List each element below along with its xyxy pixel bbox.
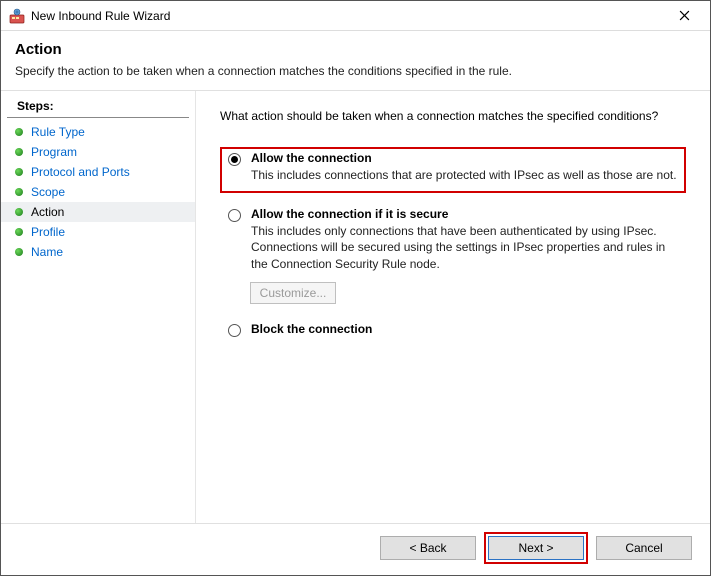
page-title: Action [15,41,696,58]
step-label: Name [31,245,63,259]
bullet-icon [15,128,23,136]
customize-button: Customize... [250,282,336,304]
bullet-icon [15,208,23,216]
option-allow-if-secure[interactable]: Allow the connection if it is secure Thi… [220,203,686,276]
steps-list: Rule Type Program Protocol and Ports Sco… [1,122,195,262]
title-bar: New Inbound Rule Wizard [1,1,710,31]
option-block-connection[interactable]: Block the connection [220,318,686,342]
step-rule-type[interactable]: Rule Type [1,122,195,142]
steps-sidebar: Steps: Rule Type Program Protocol and Po… [1,91,196,523]
step-name[interactable]: Name [1,242,195,262]
step-label: Scope [31,185,65,199]
option-description: This includes only connections that have… [251,223,680,272]
wizard-footer: < Back Next > Cancel [1,523,710,571]
bullet-icon [15,248,23,256]
step-protocol-and-ports[interactable]: Protocol and Ports [1,162,195,182]
step-label: Rule Type [31,125,85,139]
step-label: Profile [31,225,65,239]
page-description: Specify the action to be taken when a co… [15,64,696,78]
option-body: Allow the connection if it is secure Thi… [251,207,680,272]
radio-allow[interactable] [228,153,241,166]
step-label: Protocol and Ports [31,165,130,179]
wizard-body: Steps: Rule Type Program Protocol and Po… [1,91,710,523]
step-scope[interactable]: Scope [1,182,195,202]
steps-title: Steps: [7,97,189,118]
next-button[interactable]: Next > [488,536,584,560]
next-button-highlight: Next > [484,532,588,564]
bullet-icon [15,168,23,176]
close-button[interactable] [664,2,704,30]
app-icon [9,8,25,24]
bullet-icon [15,188,23,196]
bullet-icon [15,148,23,156]
option-title: Allow the connection if it is secure [251,207,680,221]
step-label: Program [31,145,77,159]
radio-allow-secure[interactable] [228,209,241,222]
option-title: Allow the connection [251,151,680,165]
bullet-icon [15,228,23,236]
option-body: Block the connection [251,322,680,338]
window-title: New Inbound Rule Wizard [31,9,664,23]
wizard-content: What action should be taken when a conne… [196,91,710,523]
back-button[interactable]: < Back [380,536,476,560]
option-title: Block the connection [251,322,680,336]
step-action[interactable]: Action [1,202,195,222]
step-label: Action [31,205,64,219]
step-program[interactable]: Program [1,142,195,162]
option-description: This includes connections that are prote… [251,167,680,183]
option-body: Allow the connection This includes conne… [251,151,680,183]
cancel-button[interactable]: Cancel [596,536,692,560]
step-profile[interactable]: Profile [1,222,195,242]
close-icon [679,10,690,21]
radio-block[interactable] [228,324,241,337]
question-text: What action should be taken when a conne… [220,109,686,123]
wizard-header: Action Specify the action to be taken wh… [1,31,710,90]
option-allow-connection[interactable]: Allow the connection This includes conne… [220,147,686,193]
